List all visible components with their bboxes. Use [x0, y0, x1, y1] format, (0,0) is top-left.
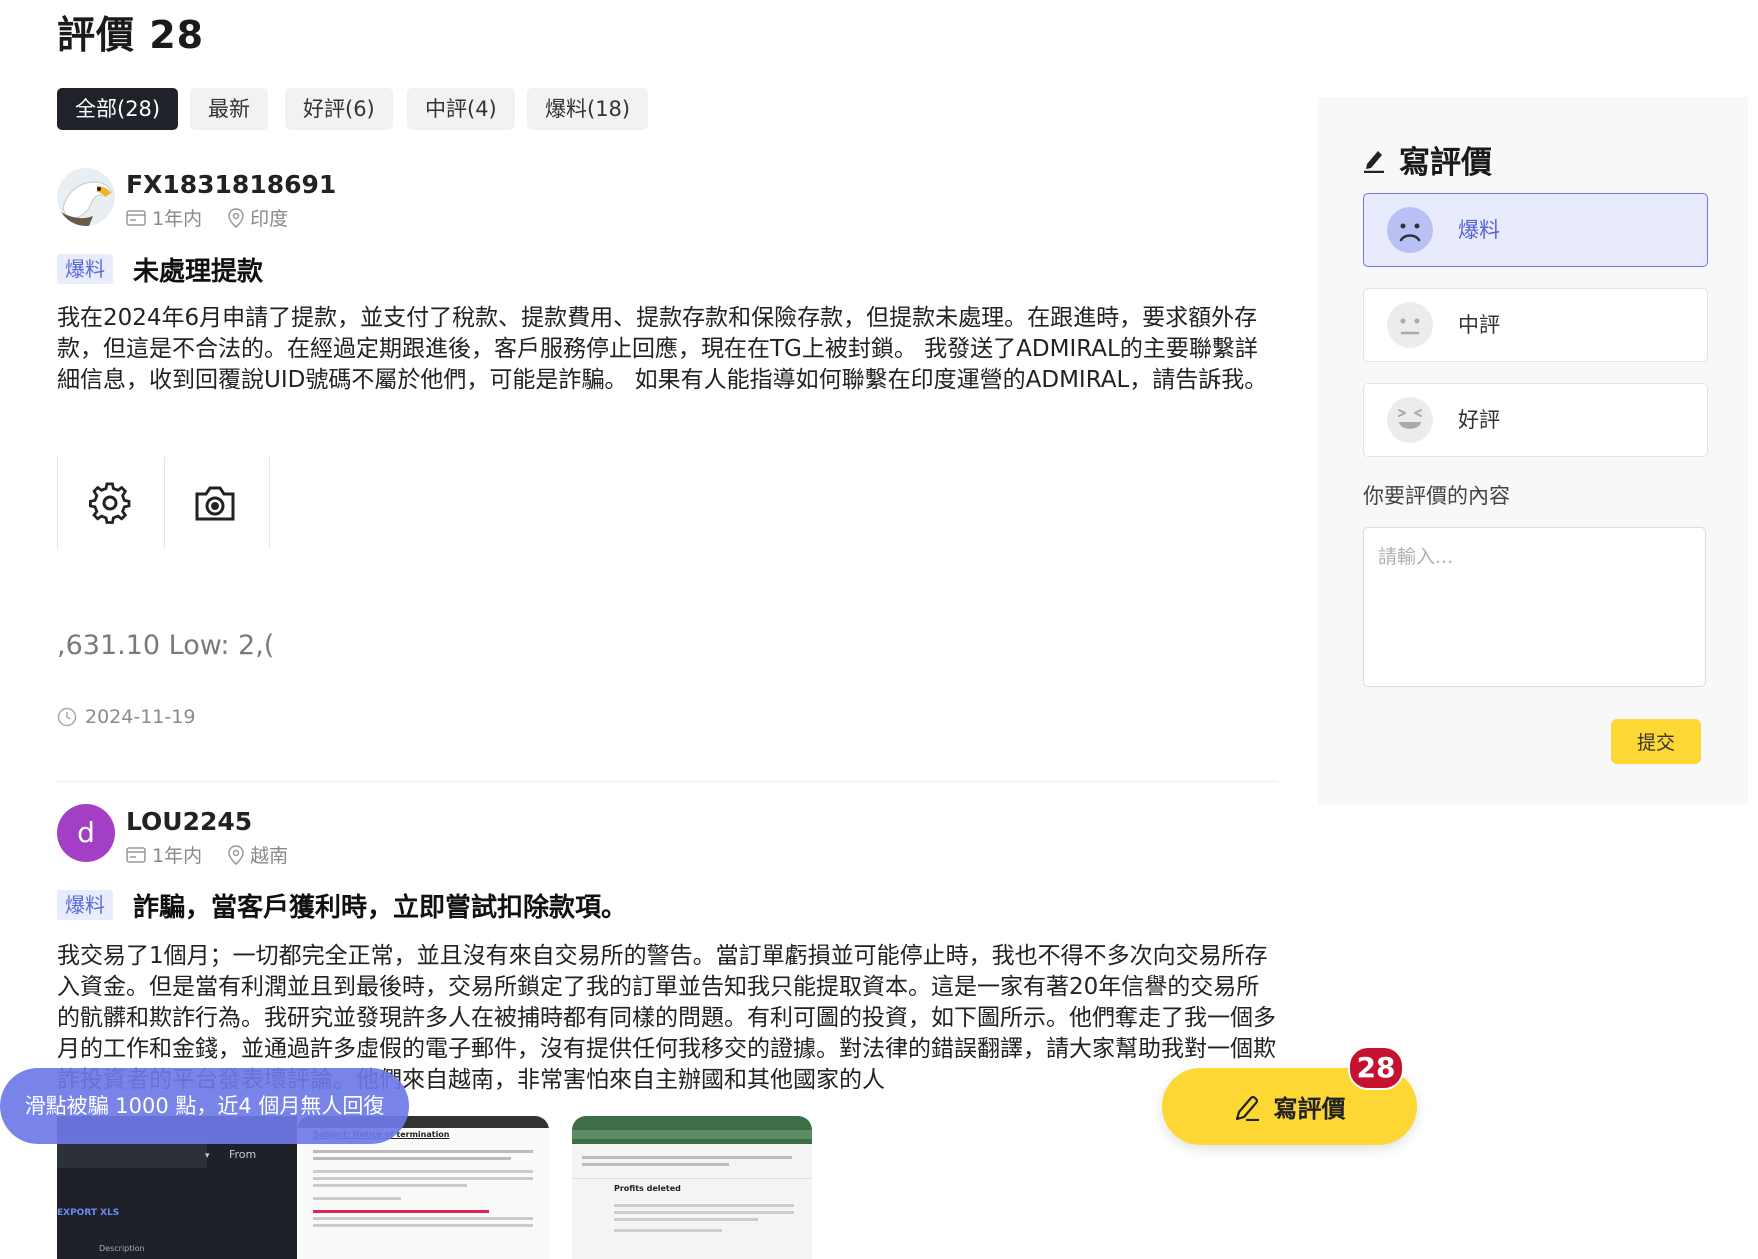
chart-image-fragment[interactable]: ,631.10 Low: 2,(	[57, 630, 297, 661]
avatar[interactable]	[57, 168, 115, 226]
rating-option-positive[interactable]: 好評	[1363, 383, 1708, 457]
image-thumbnail[interactable]	[57, 457, 165, 549]
laughing-face-icon	[1387, 397, 1433, 443]
review-time: 1年内	[152, 845, 203, 867]
avatar[interactable]: d	[57, 804, 115, 862]
review-date: 2024-11-19	[57, 706, 195, 728]
sad-face-icon	[1387, 207, 1433, 253]
review-content-input[interactable]	[1363, 527, 1706, 687]
rating-option-neutral[interactable]: 中評	[1363, 288, 1708, 362]
review-tag: 爆料	[57, 254, 113, 284]
gear-icon	[89, 482, 131, 524]
page-title: 評價 28	[57, 13, 205, 57]
card-icon	[126, 209, 146, 226]
review-location: 越南	[250, 845, 289, 867]
eagle-avatar-icon	[57, 168, 115, 226]
review-location: 印度	[250, 208, 289, 230]
card-icon	[126, 846, 146, 863]
review-username[interactable]: LOU2245	[126, 807, 252, 836]
location-pin-icon	[228, 844, 244, 865]
review-meta: 1年内 越南	[126, 841, 288, 868]
submit-button[interactable]: 提交	[1611, 719, 1701, 764]
tab-latest[interactable]: 最新	[190, 88, 268, 130]
review-body: 我在2024年6月申請了提款，並支付了稅款、提款費用、提款存款和保險存款，但提款…	[57, 305, 1268, 393]
pencil-icon	[1364, 150, 1384, 173]
review-username[interactable]: FX1831818691	[126, 170, 336, 199]
review-title: 詐騙，當客戶獲利時，立即嘗試扣除款項。	[133, 893, 628, 923]
edit-icon	[1235, 1095, 1259, 1121]
location-pin-icon	[228, 207, 244, 228]
review-count-badge: 28	[1348, 1046, 1404, 1090]
rating-option-exposure[interactable]: 爆料	[1363, 193, 1708, 267]
write-review-panel: 寫評價 爆料 中評 好評 你要評價的內容 提交	[1318, 97, 1748, 805]
content-label: 你要評價的內容	[1363, 484, 1510, 508]
scam-alert-banner[interactable]: 滑點被騙 1000 點，近4 個月無人回復	[0, 1068, 409, 1144]
panel-title: 寫評價	[1363, 137, 1492, 182]
review-title: 未處理提款	[133, 257, 264, 287]
camera-icon	[195, 486, 235, 521]
tab-neutral[interactable]: 中評(4)	[407, 88, 515, 130]
neutral-face-icon	[1387, 302, 1433, 348]
divider	[57, 781, 1278, 782]
review-meta: 1年内 印度	[126, 204, 288, 231]
image-thumbnail[interactable]	[163, 457, 270, 549]
tab-positive[interactable]: 好評(6)	[285, 88, 393, 130]
clock-icon	[57, 707, 77, 727]
tab-exposure[interactable]: 爆料(18)	[527, 88, 649, 130]
review-time: 1年内	[152, 208, 203, 230]
tab-all[interactable]: 全部(28)	[57, 88, 179, 130]
review-screenshot[interactable]: Profits deleted	[572, 1116, 812, 1259]
review-tag: 爆料	[57, 890, 113, 920]
